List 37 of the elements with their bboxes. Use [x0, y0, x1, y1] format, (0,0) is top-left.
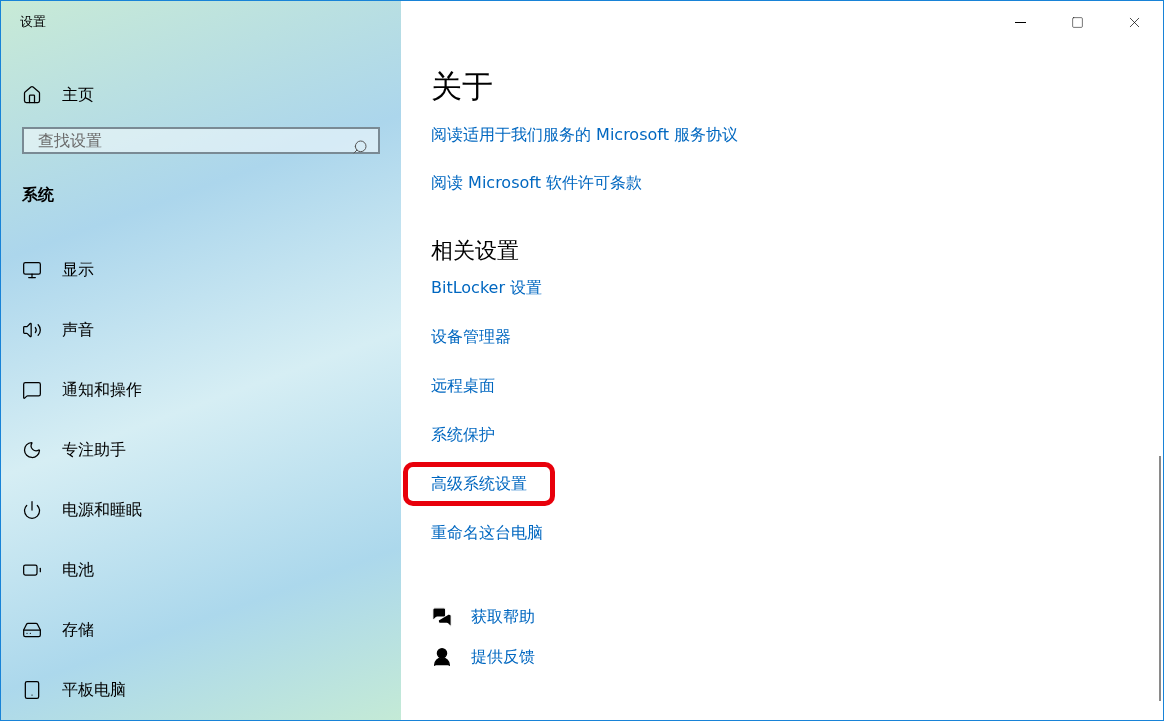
chat-bubble-icon: [22, 380, 42, 400]
chat-help-icon: [431, 606, 453, 628]
link[interactable]: 系统保护: [403, 424, 523, 446]
home-item[interactable]: 主页: [22, 82, 401, 107]
link[interactable]: 重命名这台电脑: [403, 522, 571, 544]
maximize-icon: [1071, 15, 1084, 29]
nav-item[interactable]: 通知和操作: [1, 360, 401, 420]
link[interactable]: 高级系统设置: [403, 462, 555, 506]
link[interactable]: 阅读适用于我们服务的 Microsoft 服务协议: [431, 124, 738, 146]
moon-icon: [22, 440, 42, 460]
nav-item[interactable]: 显示: [1, 240, 401, 300]
monitor-icon: [22, 260, 42, 280]
home-icon: [22, 84, 42, 105]
nav-item[interactable]: 声音: [1, 300, 401, 360]
speaker-icon: [22, 320, 42, 340]
section-heading: 系统: [22, 184, 54, 206]
nav-item[interactable]: 存储: [1, 600, 401, 660]
minimize-icon: [1015, 21, 1026, 23]
power-icon: [22, 500, 42, 520]
person-feedback-icon: [431, 646, 453, 668]
support-link[interactable]: 提供反馈: [431, 646, 535, 668]
nav-item[interactable]: 电源和睡眠: [1, 480, 401, 540]
search-field[interactable]: 查找设置: [22, 126, 380, 154]
nav-item[interactable]: 平板电脑: [1, 660, 401, 720]
search-icon: [352, 138, 368, 155]
nav-item[interactable]: 电池: [1, 540, 401, 600]
nav-item[interactable]: 专注助手: [1, 420, 401, 480]
section-heading: 相关设置: [431, 240, 519, 262]
support-link[interactable]: 获取帮助: [431, 606, 535, 628]
link[interactable]: 阅读 Microsoft 软件许可条款: [431, 172, 642, 194]
tablet-icon: [22, 680, 42, 700]
link[interactable]: BitLocker 设置: [403, 277, 571, 299]
page-title: 关于: [431, 71, 493, 102]
link[interactable]: 远程桌面: [403, 375, 523, 397]
window-title: 设置: [20, 13, 46, 31]
link[interactable]: 设备管理器: [403, 326, 539, 348]
drive-icon: [22, 620, 42, 640]
